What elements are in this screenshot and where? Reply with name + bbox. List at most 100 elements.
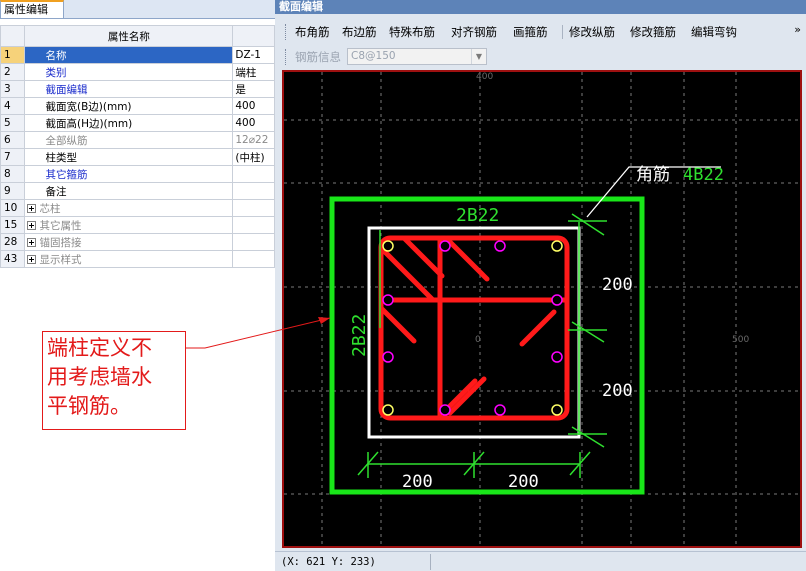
- dim-label-bottom-right: 200: [508, 472, 539, 492]
- property-name[interactable]: 备注: [24, 182, 234, 200]
- row-number: 1: [0, 46, 26, 64]
- row-number: 10: [0, 199, 26, 217]
- property-value[interactable]: [232, 216, 275, 234]
- rebar-info-value: C8@150: [351, 50, 396, 62]
- tool-corner-bar-button[interactable]: 布角筋: [293, 24, 332, 40]
- property-row[interactable]: 4 截面宽(B边)(mm) 400: [0, 97, 275, 115]
- property-name[interactable]: 显示样式: [24, 250, 234, 268]
- expand-icon[interactable]: [27, 237, 37, 247]
- row-number: 9: [0, 182, 26, 200]
- edge-bar: [494, 240, 506, 252]
- corner-bar: [551, 404, 563, 416]
- property-row[interactable]: 2 类别 端柱: [0, 63, 275, 81]
- annotation-line: 平钢筋。: [47, 394, 131, 418]
- property-row[interactable]: 1 名称 DZ-1: [0, 46, 275, 64]
- axis-label-top: 400: [476, 72, 493, 82]
- property-row[interactable]: 7 柱类型 (中柱): [0, 148, 275, 166]
- property-name[interactable]: 芯柱: [24, 199, 234, 217]
- tab-property-edit[interactable]: 属性编辑: [0, 0, 64, 18]
- stirrups: [378, 235, 570, 421]
- edge-bar: [439, 404, 451, 416]
- tool-edge-bar-button[interactable]: 布边筋: [340, 24, 379, 40]
- section-editor-window: 截面编辑 布角筋 布边筋 特殊布筋 对齐钢筋 画箍筋 修改纵筋 修改箍筋 编辑弯…: [275, 0, 806, 571]
- tool-special-bar-button[interactable]: 特殊布筋: [387, 24, 437, 40]
- edge-bar: [439, 240, 451, 252]
- property-table: 属性名称 1 名称 DZ-1 2 类别 端柱 3 截面编辑是 4 截面宽(B边)(mm) 400 5 截…: [0, 25, 275, 268]
- hook: [447, 376, 487, 416]
- toolbar-overflow-icon[interactable]: »: [794, 23, 801, 36]
- property-value[interactable]: 400: [232, 114, 275, 132]
- row-number: 3: [0, 80, 26, 98]
- property-value[interactable]: 12⌀22: [232, 131, 275, 149]
- edge-bar: [551, 294, 563, 306]
- property-row[interactable]: 8 其它箍筋: [0, 165, 275, 183]
- editor-toolbar: 布角筋 布边筋 特殊布筋 对齐钢筋 画箍筋 修改纵筋 修改箍筋 编辑弯钩 »: [275, 21, 806, 43]
- row-number: 43: [0, 250, 26, 268]
- editor-titlebar: 截面编辑: [275, 0, 806, 14]
- property-group-label: 锚固搭接: [39, 236, 82, 249]
- property-value[interactable]: 是: [232, 80, 275, 98]
- property-row[interactable]: 15 其它属性: [0, 216, 275, 234]
- property-name-header: 属性名称: [24, 25, 234, 47]
- property-name[interactable]: 类别: [24, 63, 234, 81]
- property-value[interactable]: DZ-1: [232, 46, 275, 64]
- row-number-header: [0, 25, 26, 47]
- tool-edit-stirrup-button[interactable]: 修改箍筋: [628, 24, 678, 40]
- corner-bar-value: 4B22: [683, 165, 724, 185]
- dim-tick: [571, 213, 605, 236]
- status-divider: [430, 554, 431, 570]
- property-value[interactable]: 端柱: [232, 63, 275, 81]
- property-name[interactable]: 名称: [24, 46, 234, 64]
- edge-bar: [494, 404, 506, 416]
- tool-draw-stirrup-button[interactable]: 画箍筋: [511, 24, 550, 40]
- expand-icon[interactable]: [27, 254, 37, 264]
- dim-label-bottom-left: 200: [402, 472, 433, 492]
- row-number: 5: [0, 114, 26, 132]
- tool-edit-longitudinal-button[interactable]: 修改纵筋: [567, 24, 617, 40]
- property-row[interactable]: 3 截面编辑是: [0, 80, 275, 98]
- property-value[interactable]: [232, 165, 275, 183]
- property-name[interactable]: 截面编辑: [24, 80, 234, 98]
- property-name[interactable]: 截面高(H边)(mm): [24, 114, 234, 132]
- property-name[interactable]: 柱类型: [24, 148, 234, 166]
- property-value[interactable]: (中柱): [232, 148, 275, 166]
- property-group-label: 显示样式: [39, 253, 82, 266]
- section-canvas[interactable]: 400 500 0 2B22 2B22 角筋 4B22 200 200 200 …: [282, 70, 802, 548]
- property-value[interactable]: 400: [232, 97, 275, 115]
- edge-bar: [382, 351, 394, 363]
- annotation-line: 端柱定义不: [47, 336, 152, 360]
- property-name[interactable]: 锚固搭接: [24, 233, 234, 251]
- property-value[interactable]: [232, 250, 275, 268]
- property-name[interactable]: 其它属性: [24, 216, 234, 234]
- property-row[interactable]: 28 锚固搭接: [0, 233, 275, 251]
- row-number: 28: [0, 233, 26, 251]
- property-value[interactable]: [232, 199, 275, 217]
- tool-edit-hook-button[interactable]: 编辑弯钩: [689, 24, 739, 40]
- property-group-label: 芯柱: [39, 202, 61, 215]
- property-value[interactable]: [232, 182, 275, 200]
- property-row[interactable]: 5 截面高(H边)(mm) 400: [0, 114, 275, 132]
- dim-label-right-top: 200: [602, 275, 633, 295]
- tool-align-bar-button[interactable]: 对齐钢筋: [449, 24, 499, 40]
- toolbar-grip[interactable]: [285, 49, 288, 65]
- property-row[interactable]: 6 全部纵筋 12⌀22: [0, 131, 275, 149]
- property-name[interactable]: 其它箍筋: [24, 165, 234, 183]
- toolbar-grip[interactable]: [285, 24, 288, 40]
- row-number: 4: [0, 97, 26, 115]
- property-value[interactable]: [232, 233, 275, 251]
- property-row[interactable]: 43 显示样式: [0, 250, 275, 268]
- property-row[interactable]: 10 芯柱: [0, 199, 275, 217]
- expand-icon[interactable]: [27, 220, 37, 230]
- property-row[interactable]: 9 备注: [0, 182, 275, 200]
- property-name[interactable]: 全部纵筋: [24, 131, 234, 149]
- row-number: 2: [0, 63, 26, 81]
- edge-bar: [551, 351, 563, 363]
- chevron-down-icon[interactable]: ▼: [471, 49, 486, 64]
- property-name[interactable]: 截面宽(B边)(mm): [24, 97, 234, 115]
- rebar-info-select[interactable]: C8@150 ▼: [347, 48, 487, 65]
- top-bar-label: 2B22: [456, 205, 499, 226]
- row-number: 6: [0, 131, 26, 149]
- section-drawing[interactable]: 400 500 0 2B22 2B22 角筋 4B22 200 200 200 …: [284, 72, 800, 546]
- row-number: 7: [0, 148, 26, 166]
- expand-icon[interactable]: [27, 203, 37, 213]
